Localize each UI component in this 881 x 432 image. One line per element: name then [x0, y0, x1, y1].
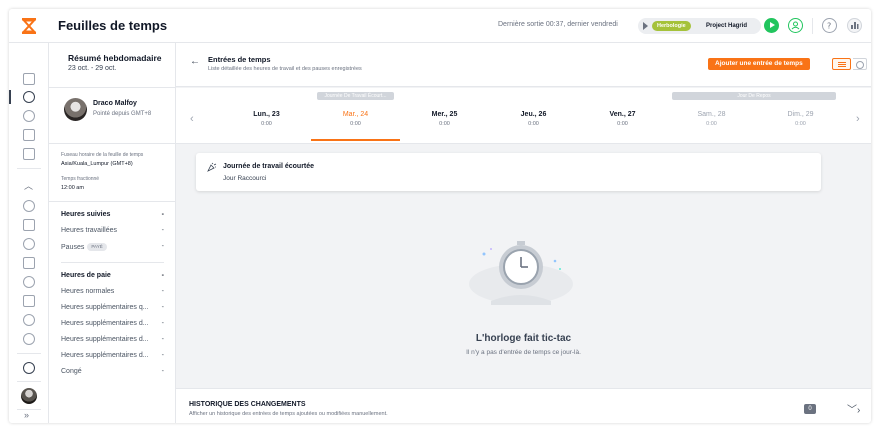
list-view-toggle[interactable]	[832, 58, 851, 70]
day-wed[interactable]: Mer., 25 0:00	[400, 111, 489, 127]
change-history-section[interactable]: HISTORIQUE DES CHANGEMENTS Afficher un h…	[176, 388, 871, 423]
empty-clock-illustration-icon	[469, 241, 573, 305]
add-time-entry-button[interactable]: Ajouter une entrée de temps	[708, 58, 810, 70]
chevron-expand-icon[interactable]: ﹀›	[847, 401, 860, 416]
day-fri[interactable]: Ven., 27 0:00	[578, 111, 667, 127]
day-info-card: Journée de travail écourtée Jour Raccour…	[196, 153, 821, 191]
time-entries-main: ← Entrées de temps Liste détaillée des h…	[176, 43, 871, 423]
gear-icon[interactable]	[23, 314, 35, 326]
entries-header: ← Entrées de temps Liste détaillée des h…	[176, 43, 871, 87]
history-subtitle: Afficher un historique des entrées de te…	[189, 411, 388, 417]
day-card-subtitle: Jour Raccourci	[223, 175, 267, 182]
rail-divider	[17, 381, 41, 382]
divider	[61, 262, 164, 263]
breaks-row: Pauses PAYÉ -	[61, 243, 164, 251]
divider	[49, 143, 176, 144]
short-day-banner: Journée De Travail Écourt...	[317, 92, 394, 100]
day-sun[interactable]: Dim., 29 0:00	[756, 111, 845, 127]
page-title: Feuilles de temps	[58, 18, 168, 33]
activity-tag: Herbologie	[652, 21, 691, 31]
payroll-row: Heures supplémentaires d... -	[61, 336, 164, 343]
start-timer-button[interactable]	[764, 18, 779, 33]
day-mon[interactable]: Lun., 23 0:00	[222, 111, 311, 127]
pin-icon[interactable]	[23, 276, 35, 288]
split-time-label: Temps fractionné	[61, 176, 100, 182]
prev-week-icon[interactable]: ‹	[190, 113, 194, 125]
worked-hours-row: Heures travaillées -	[61, 227, 164, 234]
day-thu[interactable]: Jeu., 26 0:00	[489, 111, 578, 127]
hourglass-logo-icon[interactable]	[20, 17, 38, 35]
key-icon[interactable]	[23, 333, 35, 345]
last-clock-out-text: Dernière sortie 00:37, dernier vendredi	[498, 21, 618, 28]
user-status-icon[interactable]	[788, 18, 803, 33]
svg-text:?: ?	[827, 22, 831, 31]
divider	[49, 87, 176, 88]
nav-rail: ︿ »	[9, 43, 49, 423]
account-avatar[interactable]	[21, 388, 37, 404]
back-arrow-icon[interactable]: ←	[190, 56, 200, 67]
projects-icon[interactable]	[23, 257, 35, 269]
day-sat[interactable]: Sam., 28 0:00	[667, 111, 756, 127]
timer-widget[interactable]: Herbologie Project Hagrid	[638, 18, 761, 34]
history-title: HISTORIQUE DES CHANGEMENTS	[189, 401, 306, 408]
download-icon[interactable]	[23, 362, 35, 374]
split-time-value: 12:00 am	[61, 185, 84, 191]
apps-icon[interactable]	[847, 18, 862, 33]
active-indicator	[9, 90, 11, 104]
toolbar-divider	[812, 18, 813, 34]
dashboard-icon[interactable]	[23, 73, 35, 85]
day-selector: ‹ › Journée De Travail Écourt... Jour De…	[176, 88, 871, 144]
timeline-view-toggle[interactable]	[853, 58, 867, 70]
payroll-row: Heures normales -	[61, 288, 164, 295]
activity-icon[interactable]	[23, 238, 35, 250]
entries-subtitle: Liste détaillée des heures de travail et…	[208, 66, 362, 72]
user-name: Draco Malfoy	[93, 100, 137, 107]
user-status: Pointé depuis GMT+8	[93, 111, 152, 117]
people-icon[interactable]	[23, 200, 35, 212]
empty-state-subtitle: Il n'y a pas d'entrée de temps ce jour-l…	[466, 349, 581, 356]
payroll-row: Congé -	[61, 368, 164, 375]
divider	[49, 201, 176, 202]
paid-badge: PAYÉ	[87, 243, 107, 251]
search-user-icon[interactable]	[23, 219, 35, 231]
expand-rail-icon[interactable]: »	[24, 410, 29, 420]
calendar-icon[interactable]	[23, 129, 35, 141]
rail-divider	[17, 353, 41, 354]
party-popper-icon	[207, 162, 217, 172]
help-icon[interactable]: ?	[822, 18, 837, 33]
project-name: Project Hagrid	[706, 23, 748, 29]
timezone-label: Fuseau horaire de la feuille de temps	[61, 152, 144, 158]
payroll-row: Heures supplémentaires d... -	[61, 352, 164, 359]
tracked-hours-header: Heures suivies -	[61, 211, 164, 218]
rail-divider	[17, 168, 41, 169]
app-window: Feuilles de temps Dernière sortie 00:37,…	[9, 9, 871, 423]
play-small-icon[interactable]	[643, 22, 648, 30]
top-bar: Feuilles de temps Dernière sortie 00:37,…	[9, 9, 871, 43]
week-range: 23 oct. - 29 oct.	[68, 65, 117, 72]
timezone-value: Asia/Kuala_Lumpur (GMT+8)	[61, 161, 133, 167]
empty-state-title: L'horloge fait tic-tac	[475, 333, 572, 344]
user-avatar	[64, 98, 87, 121]
weekly-summary-title: Résumé hebdomadaire	[68, 53, 162, 63]
payroll-hours-header: Heures de paie -	[61, 272, 164, 279]
next-week-icon[interactable]: ›	[856, 113, 860, 125]
rest-day-banner: Jour De Repos	[672, 92, 836, 100]
clock-icon[interactable]	[23, 91, 35, 103]
payroll-row: Heures supplémentaires d... -	[61, 320, 164, 327]
chevron-up-icon[interactable]: ︿	[24, 179, 33, 192]
history-count-badge: 0	[804, 404, 816, 414]
tag-icon[interactable]	[23, 295, 35, 307]
weekly-summary-panel: Résumé hebdomadaire 23 oct. - 29 oct. Dr…	[49, 43, 176, 423]
clipboard-icon[interactable]	[23, 148, 35, 160]
entries-title: Entrées de temps	[208, 55, 271, 64]
day-card-title: Journée de travail écourtée	[223, 163, 315, 170]
day-tue[interactable]: Mar., 24 0:00	[311, 111, 400, 127]
location-icon[interactable]	[23, 110, 35, 122]
selected-day-underline	[311, 139, 400, 141]
payroll-row: Heures supplémentaires q... -	[61, 304, 164, 311]
